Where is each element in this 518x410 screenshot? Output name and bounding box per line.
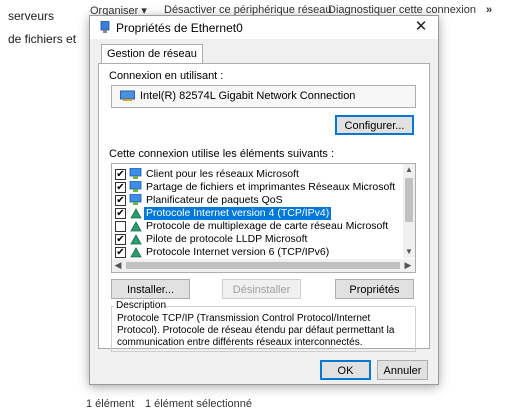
status-item-count: 1 élément <box>86 398 135 410</box>
install-button[interactable]: Installer... <box>111 279 190 299</box>
cancel-button[interactable]: Annuler <box>377 360 428 380</box>
dialog-titlebar[interactable]: Propriétés de Ethernet0 ✕ <box>90 16 438 39</box>
list-item[interactable]: ✔ Partage de fichiers et imprimantes Rés… <box>112 181 402 194</box>
network-card-icon <box>120 90 135 101</box>
item-checkbox[interactable]: ✔ <box>115 195 126 206</box>
item-checkbox[interactable]: ✔ <box>115 182 126 193</box>
status-selected-count: 1 élément sélectionné <box>145 398 253 410</box>
network-service-icon <box>129 181 142 192</box>
scroll-thumb[interactable] <box>126 262 400 269</box>
item-label: Client pour les réseaux Microsoft <box>146 168 299 180</box>
list-item[interactable]: ✔ Client pour les réseaux Microsoft <box>112 168 402 181</box>
item-label: Protocole Internet version 6 (TCP/IPv6) <box>146 246 330 258</box>
scroll-thumb[interactable] <box>405 178 413 222</box>
list-item[interactable]: ✔ Pilote de protocole LLDP Microsoft <box>112 233 402 246</box>
description-title: Description <box>116 300 167 311</box>
network-service-icon <box>129 194 142 205</box>
item-label: Partage de fichiers et imprimantes Résea… <box>146 181 396 193</box>
item-label: Protocole de multiplexage de carte résea… <box>146 220 389 232</box>
connect-using-label: Connexion en utilisant : <box>109 70 224 82</box>
vertical-scrollbar[interactable]: ▲ ▼ <box>403 164 415 258</box>
adapter-name: Intel(R) 82574L Gigabit Network Connecti… <box>140 90 356 102</box>
protocol-icon <box>130 208 142 219</box>
network-adapter-icon <box>100 21 110 33</box>
protocol-icon <box>130 221 142 232</box>
networking-panel: Connexion en utilisant : Intel(R) 82574L… <box>98 63 430 352</box>
components-list[interactable]: ✔ Client pour les réseaux Microsoft ✔ Pa… <box>111 163 416 273</box>
item-checkbox[interactable]: ✔ <box>115 247 126 258</box>
tab-networking[interactable]: Gestion de réseau <box>101 44 203 64</box>
ok-button[interactable]: OK <box>320 360 371 380</box>
scroll-up-icon[interactable]: ▲ <box>403 164 415 176</box>
dialog-title: Propriétés de Ethernet0 <box>116 21 243 35</box>
properties-button[interactable]: Propriétés <box>335 279 414 299</box>
navigation-pane: serveurs de fichiers et <box>0 0 88 410</box>
network-client-icon <box>129 168 142 179</box>
item-checkbox[interactable]: ✔ <box>115 169 126 180</box>
more-toolbar-button[interactable]: » <box>486 4 492 16</box>
nav-item-servers[interactable]: serveurs <box>8 9 54 23</box>
list-item[interactable]: ✔ Protocole Internet version 6 (TCP/IPv6… <box>112 246 402 259</box>
uninstall-button[interactable]: Désinstaller <box>222 279 301 299</box>
protocol-icon <box>130 234 142 245</box>
list-item[interactable]: ✔ Protocole Internet version 4 (TCP/IPv4… <box>112 207 402 220</box>
close-button[interactable]: ✕ <box>404 16 438 39</box>
list-item[interactable]: Protocole de multiplexage de carte résea… <box>112 220 402 233</box>
item-checkbox[interactable]: ✔ <box>115 208 126 219</box>
scroll-left-icon[interactable]: ◀ <box>112 259 124 272</box>
item-checkbox[interactable] <box>115 221 126 232</box>
item-label: Pilote de protocole LLDP Microsoft <box>146 233 308 245</box>
nav-item-file-sharing[interactable]: de fichiers et <box>8 32 76 46</box>
protocol-icon <box>130 247 142 258</box>
adapter-field: Intel(R) 82574L Gigabit Network Connecti… <box>111 85 416 108</box>
configure-button[interactable]: Configurer... <box>335 115 414 135</box>
item-label: Protocole Internet version 4 (TCP/IPv4) <box>144 207 332 220</box>
item-checkbox[interactable]: ✔ <box>115 234 126 245</box>
horizontal-scrollbar[interactable]: ◀ ▶ <box>112 259 415 272</box>
items-label: Cette connexion utilise les éléments sui… <box>109 148 335 160</box>
description-text: Protocole TCP/IP (Transmission Control P… <box>117 313 395 348</box>
scroll-down-icon[interactable]: ▼ <box>403 246 415 258</box>
list-item[interactable]: ✔ Planificateur de paquets QoS <box>112 194 402 207</box>
scroll-right-icon[interactable]: ▶ <box>402 259 414 272</box>
item-label: Planificateur de paquets QoS <box>146 194 283 206</box>
ethernet-properties-dialog: Propriétés de Ethernet0 ✕ Gestion de rés… <box>89 15 439 385</box>
